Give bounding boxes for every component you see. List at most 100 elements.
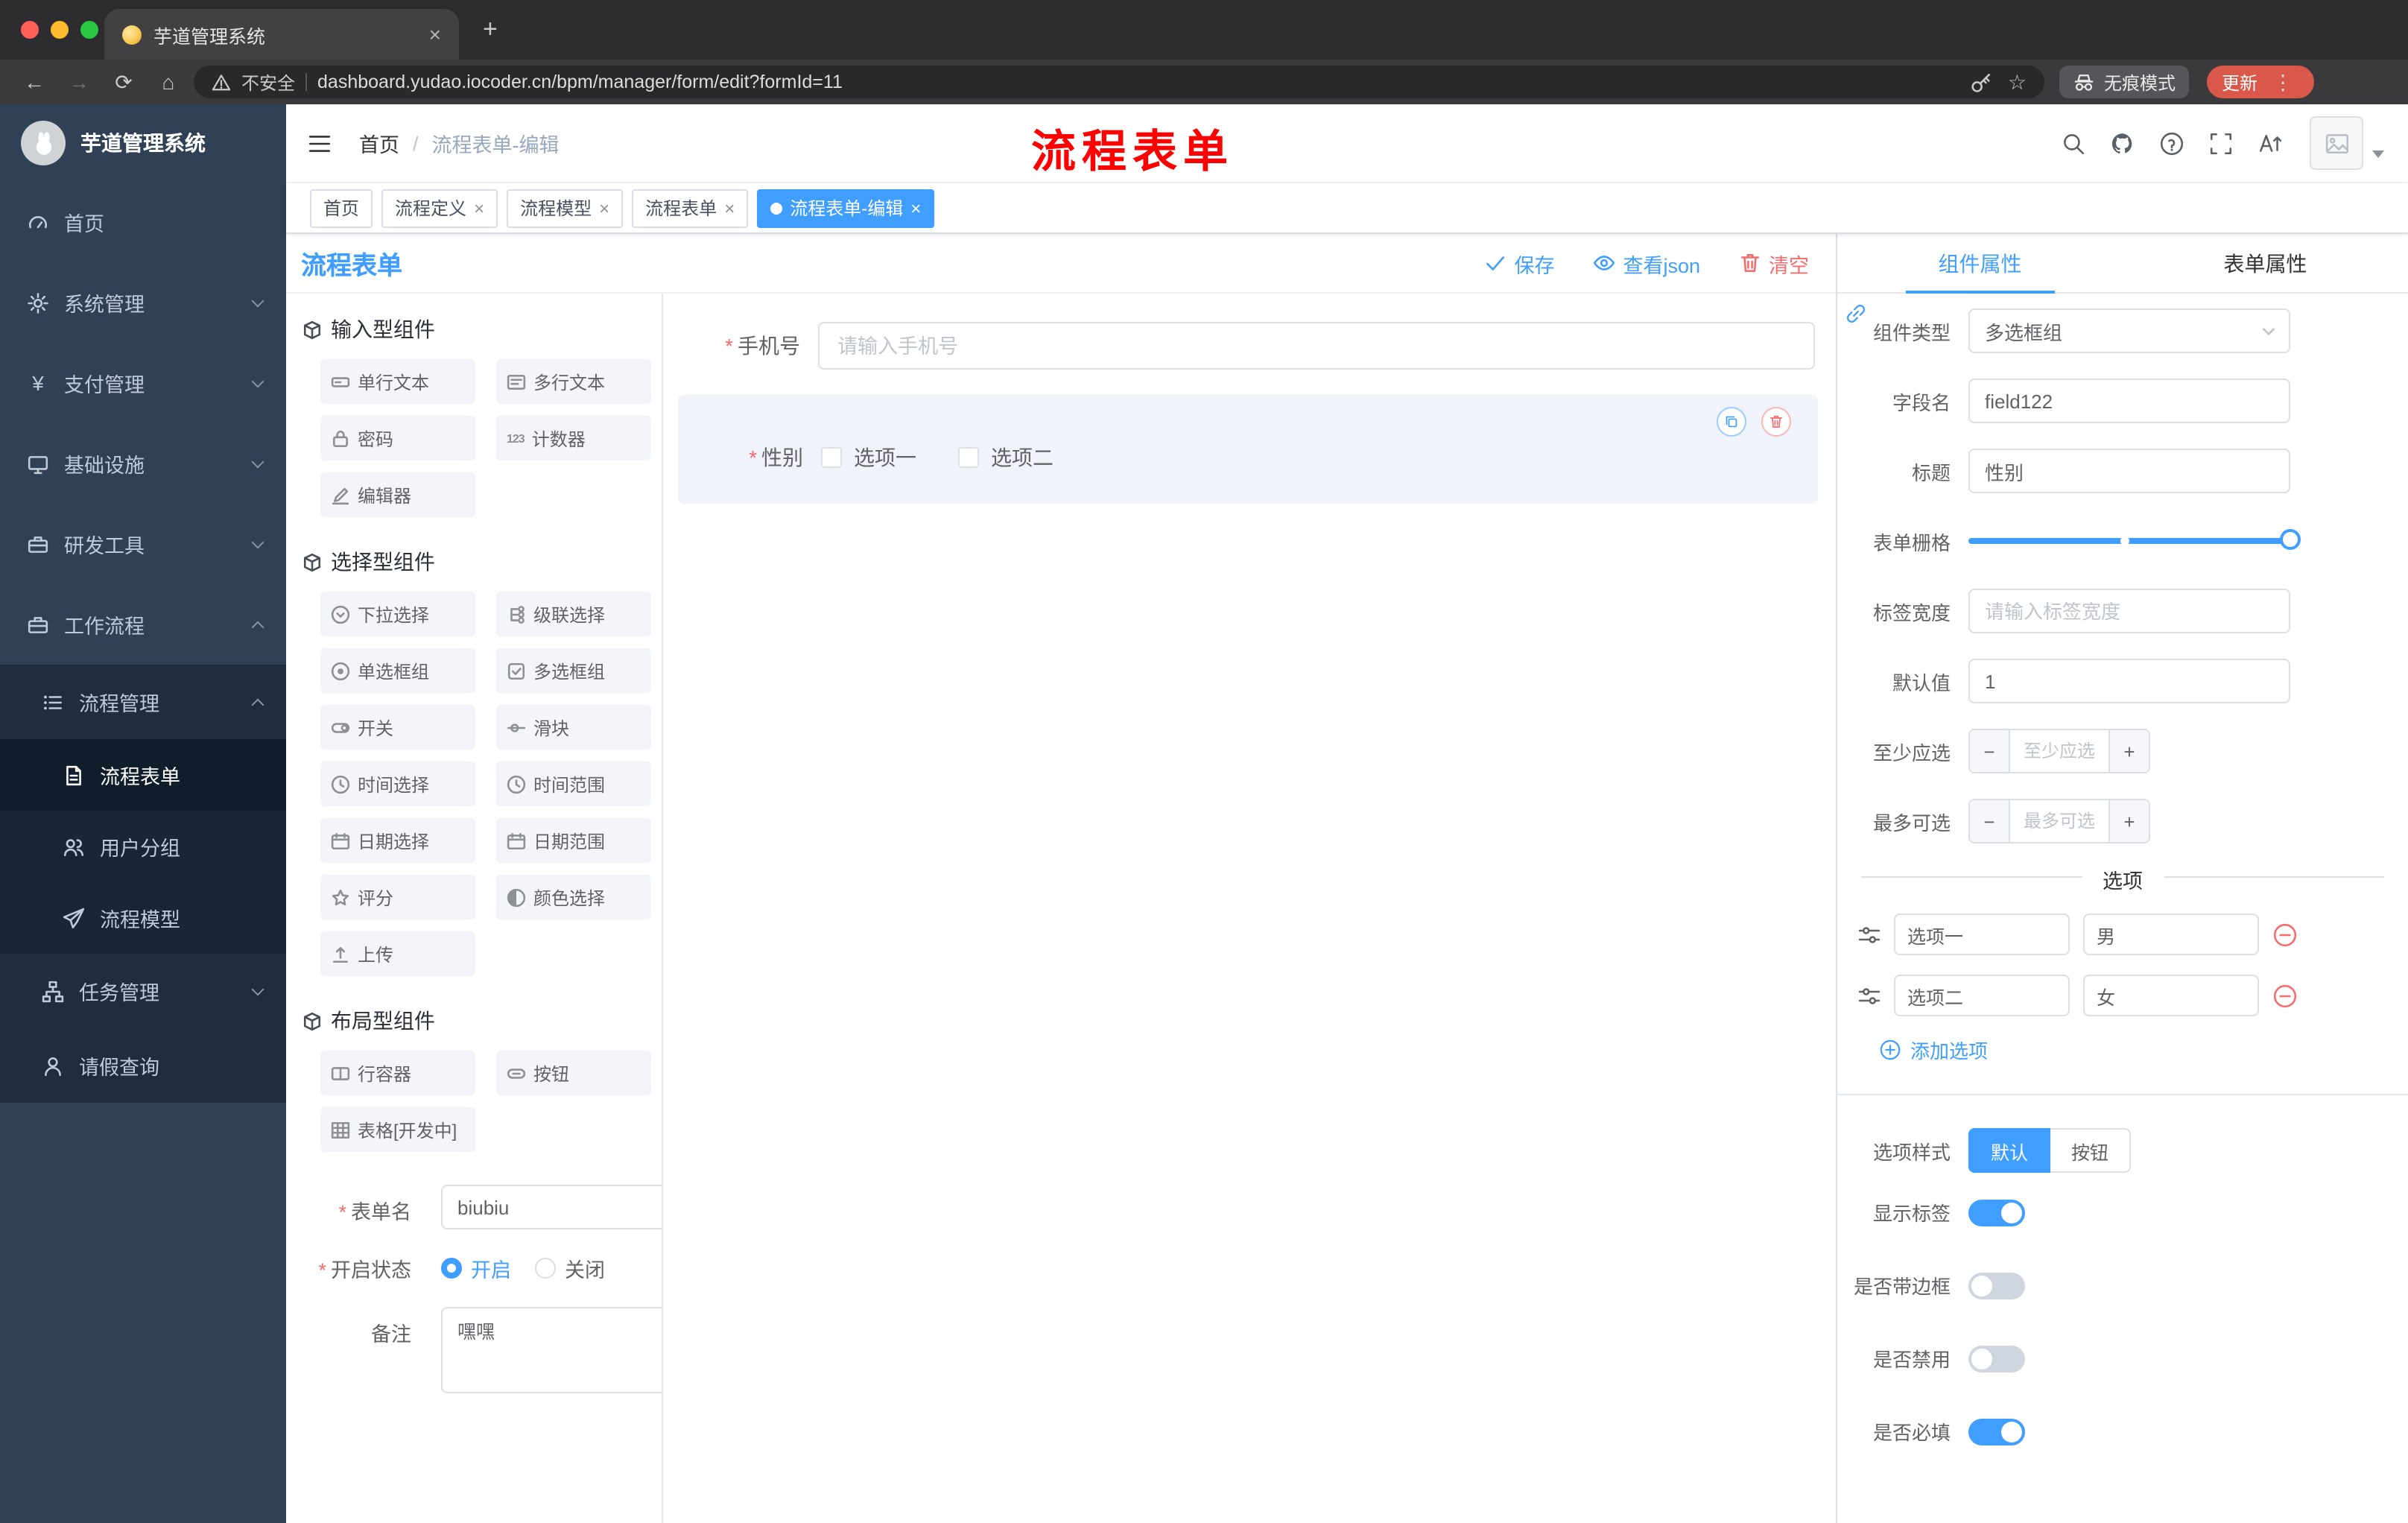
label-width-input[interactable]: [1968, 589, 2290, 633]
help-icon[interactable]: [2147, 130, 2196, 156]
component-table[interactable]: 表格[开发中]: [320, 1107, 475, 1152]
new-tab-button[interactable]: +: [483, 15, 498, 45]
copy-field-button[interactable]: [1717, 407, 1746, 437]
breadcrumb-home[interactable]: 首页: [359, 128, 399, 158]
disabled-switch[interactable]: [1968, 1345, 2025, 1372]
component-row-container[interactable]: 行容器: [320, 1051, 475, 1095]
link-icon[interactable]: [1845, 303, 1867, 332]
style-button-button[interactable]: 按钮: [2050, 1128, 2132, 1173]
view-tab-process-model[interactable]: 流程模型 ×: [507, 189, 624, 227]
option-value-input[interactable]: [2083, 914, 2259, 955]
slider-track[interactable]: [1968, 529, 2301, 550]
add-option-button[interactable]: 添加选项: [1837, 1036, 2408, 1064]
close-icon[interactable]: ×: [599, 199, 609, 217]
checkbox-box[interactable]: [958, 447, 979, 468]
component-select[interactable]: 下拉选择: [320, 592, 475, 636]
window-zoom-button[interactable]: [80, 21, 98, 39]
component-cascader[interactable]: 级联选择: [496, 592, 651, 636]
gender-option-1[interactable]: 选项一: [821, 443, 916, 472]
sidebar-item-leave-query[interactable]: 请假查询: [0, 1028, 286, 1103]
option-value-input[interactable]: [2083, 975, 2259, 1016]
clear-button[interactable]: 清空: [1739, 248, 1809, 278]
component-checkbox-group[interactable]: 多选框组: [496, 648, 651, 693]
search-icon[interactable]: [2049, 130, 2098, 156]
min-select-input[interactable]: [2009, 730, 2110, 772]
show-label-switch[interactable]: [1968, 1199, 2025, 1226]
field-phone[interactable]: 手机号: [678, 314, 1818, 377]
update-button[interactable]: 更新 ⋮: [2207, 66, 2315, 98]
fullscreen-icon[interactable]: [2196, 130, 2246, 156]
remove-option-button[interactable]: [2272, 922, 2298, 947]
component-button[interactable]: 按钮: [496, 1051, 651, 1095]
sidebar-item-process-form[interactable]: 流程表单: [0, 739, 286, 811]
field-name-input[interactable]: [1968, 379, 2290, 423]
reload-button[interactable]: ⟳: [104, 69, 143, 95]
increase-button[interactable]: +: [2110, 730, 2149, 772]
forward-button[interactable]: →: [60, 70, 98, 94]
save-button[interactable]: 保存: [1484, 248, 1554, 278]
tab-close-icon[interactable]: ×: [429, 24, 441, 45]
title-input[interactable]: [1968, 449, 2290, 493]
component-type-select[interactable]: 多选框组: [1968, 308, 2290, 353]
avatar-caret-icon[interactable]: [2372, 150, 2384, 157]
user-avatar[interactable]: [2310, 116, 2363, 170]
sidebar-item-system[interactable]: 系统管理: [0, 262, 286, 343]
component-time-range[interactable]: 时间范围: [496, 762, 651, 806]
sidebar-item-process-mgmt[interactable]: 流程管理: [0, 665, 286, 739]
default-value-input[interactable]: [1968, 659, 2290, 703]
increase-button[interactable]: +: [2110, 800, 2149, 842]
browser-menu-icon[interactable]: ⋮: [2266, 69, 2299, 95]
sidebar-item-workflow[interactable]: 工作流程: [0, 584, 286, 665]
close-icon[interactable]: ×: [724, 199, 735, 217]
sidebar-item-task-mgmt[interactable]: 任务管理: [0, 954, 286, 1028]
remove-option-button[interactable]: [2272, 983, 2298, 1008]
url-bar[interactable]: 不安全 dashboard.yudao.iocoder.cn/bpm/manag…: [194, 66, 2044, 98]
gender-option-2[interactable]: 选项二: [958, 443, 1054, 472]
close-icon[interactable]: ×: [910, 199, 921, 217]
component-multi-line-text[interactable]: 多行文本: [496, 359, 651, 404]
drag-handle-icon[interactable]: [1858, 923, 1881, 946]
view-json-button[interactable]: 查看json: [1593, 248, 1700, 278]
github-icon[interactable]: [2098, 130, 2147, 156]
phone-input[interactable]: [818, 322, 1815, 370]
component-upload[interactable]: 上传: [320, 931, 475, 976]
tab-component-props[interactable]: 组件属性: [1837, 234, 2123, 294]
decrease-button[interactable]: −: [1970, 730, 2009, 772]
browser-tab[interactable]: 芋道管理系统 ×: [104, 9, 459, 60]
form-remark-textarea[interactable]: 嘿嘿: [441, 1307, 662, 1393]
key-icon[interactable]: [1971, 71, 1993, 93]
drag-handle-icon[interactable]: [1858, 984, 1881, 1007]
delete-field-button[interactable]: [1761, 407, 1791, 437]
component-switch[interactable]: 开关: [320, 705, 475, 750]
window-minimize-button[interactable]: [51, 21, 69, 39]
view-tab-process-form-edit[interactable]: 流程表单-编辑 ×: [757, 189, 935, 227]
decrease-button[interactable]: −: [1970, 800, 2009, 842]
sidebar-item-devtools[interactable]: 研发工具: [0, 504, 286, 584]
component-slider[interactable]: 滑块: [496, 705, 651, 750]
component-counter[interactable]: 计数器: [496, 416, 651, 460]
component-date-picker[interactable]: 日期选择: [320, 818, 475, 863]
sidebar-item-home[interactable]: 首页: [0, 182, 286, 262]
component-color-picker[interactable]: 颜色选择: [496, 875, 651, 919]
sidebar-item-payment[interactable]: ¥ 支付管理: [0, 343, 286, 423]
home-button[interactable]: ⌂: [149, 70, 188, 94]
style-default-button[interactable]: 默认: [1968, 1128, 2051, 1173]
font-size-icon[interactable]: [2246, 130, 2295, 156]
view-tab-process-definition[interactable]: 流程定义 ×: [381, 189, 498, 227]
border-switch[interactable]: [1968, 1272, 2025, 1299]
status-radio-off[interactable]: 关闭: [535, 1253, 605, 1283]
component-editor[interactable]: 编辑器: [320, 472, 475, 517]
bookmark-star-icon[interactable]: ☆: [2008, 69, 2027, 95]
sidebar-item-process-model[interactable]: 流程模型: [0, 882, 286, 954]
component-date-range[interactable]: 日期范围: [496, 818, 651, 863]
sidebar-item-user-group[interactable]: 用户分组: [0, 811, 286, 882]
component-rate[interactable]: 评分: [320, 875, 475, 919]
checkbox-box[interactable]: [821, 447, 842, 468]
component-password[interactable]: 密码: [320, 416, 475, 460]
sidebar-item-infra[interactable]: 基础设施: [0, 423, 286, 504]
slider-handle[interactable]: [2280, 529, 2301, 550]
status-radio-on[interactable]: 开启: [441, 1253, 511, 1283]
close-icon[interactable]: ×: [474, 199, 484, 217]
component-single-line-text[interactable]: 单行文本: [320, 359, 475, 404]
form-grid-slider[interactable]: [1968, 519, 2301, 563]
